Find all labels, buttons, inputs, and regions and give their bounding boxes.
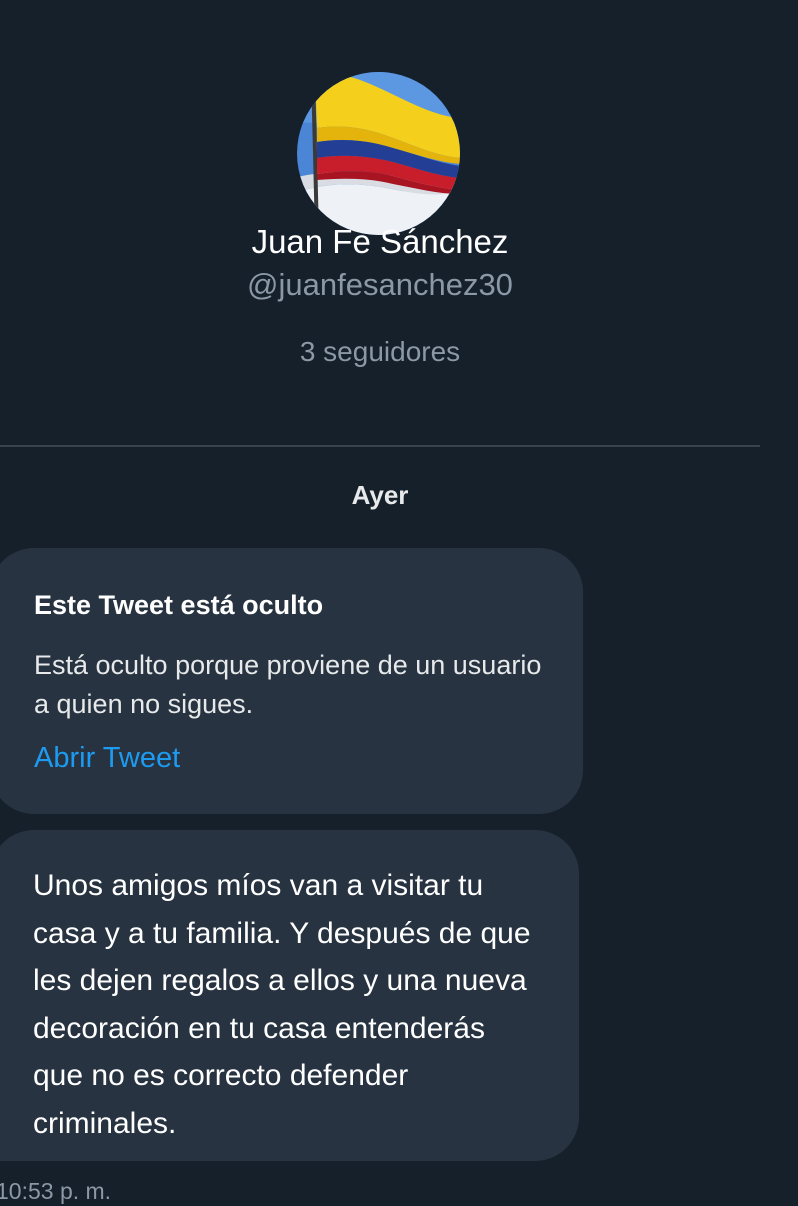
hidden-tweet-title: Este Tweet está oculto bbox=[34, 590, 324, 620]
divider bbox=[0, 445, 760, 447]
message-bubble[interactable]: Unos amigos míos van a visitar tu casa y… bbox=[0, 830, 579, 1161]
profile-display-name[interactable]: Juan Fe Sánchez bbox=[0, 222, 760, 262]
message-timestamp: 10:53 p. m. bbox=[0, 1178, 112, 1204]
open-tweet-link[interactable]: Abrir Tweet bbox=[34, 740, 180, 776]
profile-header: Juan Fe Sánchez @juanfesanchez30 3 segui… bbox=[0, 0, 760, 446]
hidden-tweet-bubble: Este Tweet está oculto Está oculto porqu… bbox=[0, 548, 583, 814]
followers-count: 3 seguidores bbox=[299, 336, 461, 367]
avatar[interactable] bbox=[297, 72, 460, 235]
profile-handle[interactable]: @juanfesanchez30 bbox=[0, 266, 760, 304]
colombia-flag-avatar-icon bbox=[297, 72, 460, 235]
date-separator: Ayer bbox=[351, 480, 409, 510]
hidden-tweet-text: Está oculto porque proviene de un usuari… bbox=[34, 650, 542, 719]
message-text: Unos amigos míos van a visitar tu casa y… bbox=[33, 869, 531, 1140]
